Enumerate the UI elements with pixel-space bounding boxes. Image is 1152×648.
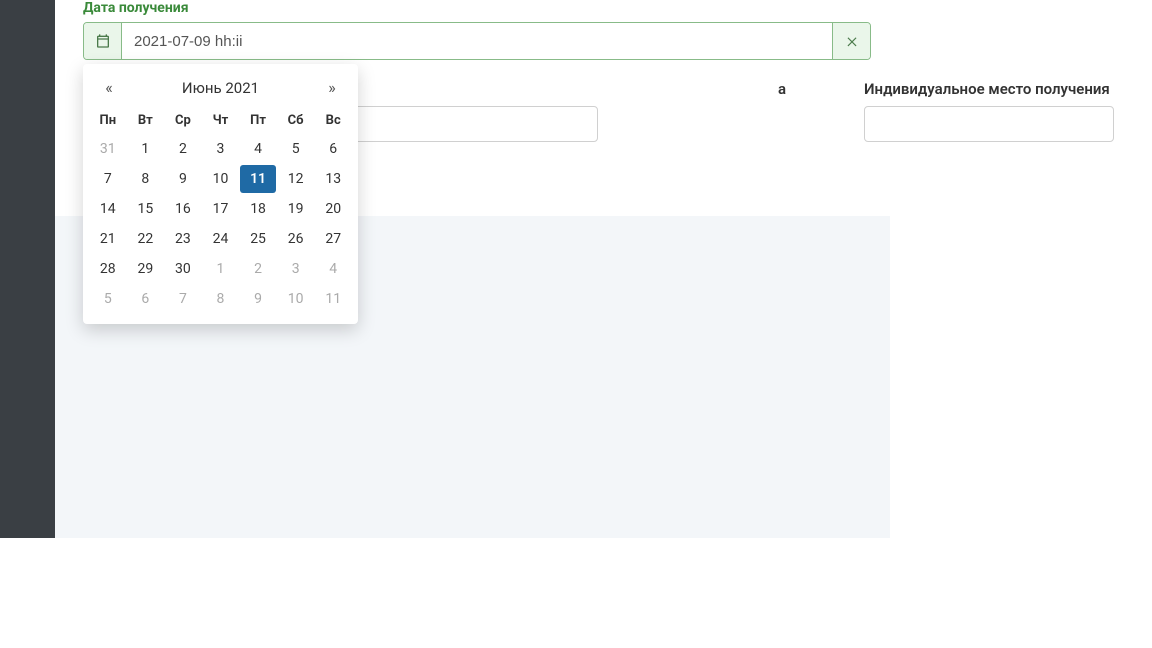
date-received-label: Дата получения (83, 0, 1124, 16)
calendar-day[interactable]: 3 (278, 255, 314, 283)
calendar-dow: Чт (202, 107, 240, 134)
calendar-day[interactable]: 6 (315, 135, 351, 163)
calendar-day[interactable]: 1 (128, 135, 164, 163)
calendar-day[interactable]: 7 (165, 285, 201, 313)
calendar-day[interactable]: 10 (278, 285, 314, 313)
calendar-day[interactable]: 20 (315, 195, 351, 223)
datepicker-popup: « Июнь 2021 » ПнВтСрЧтПтСбВс311234567891… (83, 64, 358, 324)
calendar-dow: Ср (164, 107, 202, 134)
calendar-day[interactable]: 16 (165, 195, 201, 223)
next-month-button[interactable]: » (320, 78, 344, 97)
calendar-icon[interactable] (84, 23, 122, 59)
sidebar-dark (0, 0, 55, 538)
individual-place-label: Индивидуальное место получения (864, 80, 1124, 98)
calendar-day[interactable]: 9 (240, 285, 276, 313)
calendar-day[interactable]: 30 (165, 255, 201, 283)
calendar-day[interactable]: 6 (128, 285, 164, 313)
calendar-day[interactable]: 27 (315, 225, 351, 253)
calendar-day[interactable]: 10 (203, 165, 239, 193)
calendar-day[interactable]: 29 (128, 255, 164, 283)
calendar-day[interactable]: 8 (203, 285, 239, 313)
calendar-day[interactable]: 7 (90, 165, 126, 193)
calendar-day[interactable]: 9 (165, 165, 201, 193)
calendar-day[interactable]: 2 (165, 135, 201, 163)
calendar-day[interactable]: 12 (278, 165, 314, 193)
calendar-day[interactable]: 11 (315, 285, 351, 313)
calendar-day[interactable]: 23 (165, 225, 201, 253)
calendar-day[interactable]: 5 (278, 135, 314, 163)
calendar-day[interactable]: 3 (203, 135, 239, 163)
calendar-day[interactable]: 14 (90, 195, 126, 223)
calendar-day[interactable]: 13 (315, 165, 351, 193)
calendar-day[interactable]: 26 (278, 225, 314, 253)
calendar-day[interactable]: 1 (203, 255, 239, 283)
date-received-input[interactable] (122, 23, 832, 59)
clear-date-button[interactable] (832, 23, 870, 59)
calendar-day[interactable]: 15 (128, 195, 164, 223)
calendar-day[interactable]: 4 (240, 135, 276, 163)
calendar-day[interactable]: 4 (315, 255, 351, 283)
calendar-day[interactable]: 25 (240, 225, 276, 253)
calendar-day[interactable]: 5 (90, 285, 126, 313)
calendar-grid: ПнВтСрЧтПтСбВс31123456789101112131415161… (89, 107, 352, 314)
calendar-month-title[interactable]: Июнь 2021 (182, 79, 259, 97)
calendar-dow: Пн (89, 107, 127, 134)
calendar-day[interactable]: 2 (240, 255, 276, 283)
calendar-day[interactable]: 17 (203, 195, 239, 223)
calendar-day[interactable]: 28 (90, 255, 126, 283)
calendar-day[interactable]: 18 (240, 195, 276, 223)
prev-month-button[interactable]: « (97, 78, 121, 97)
calendar-day[interactable]: 11 (240, 165, 276, 193)
calendar-day[interactable]: 22 (128, 225, 164, 253)
calendar-dow: Вт (127, 107, 165, 134)
calendar-dow: Пт (239, 107, 277, 134)
date-input-group (83, 22, 871, 60)
calendar-day[interactable]: 31 (90, 135, 126, 163)
calendar-dow: Вс (314, 107, 352, 134)
calendar-day[interactable]: 19 (278, 195, 314, 223)
calendar-day[interactable]: 24 (203, 225, 239, 253)
individual-place-input[interactable] (864, 106, 1114, 142)
calendar-day[interactable]: 8 (128, 165, 164, 193)
calendar-day[interactable]: 21 (90, 225, 126, 253)
calendar-dow: Сб (277, 107, 315, 134)
